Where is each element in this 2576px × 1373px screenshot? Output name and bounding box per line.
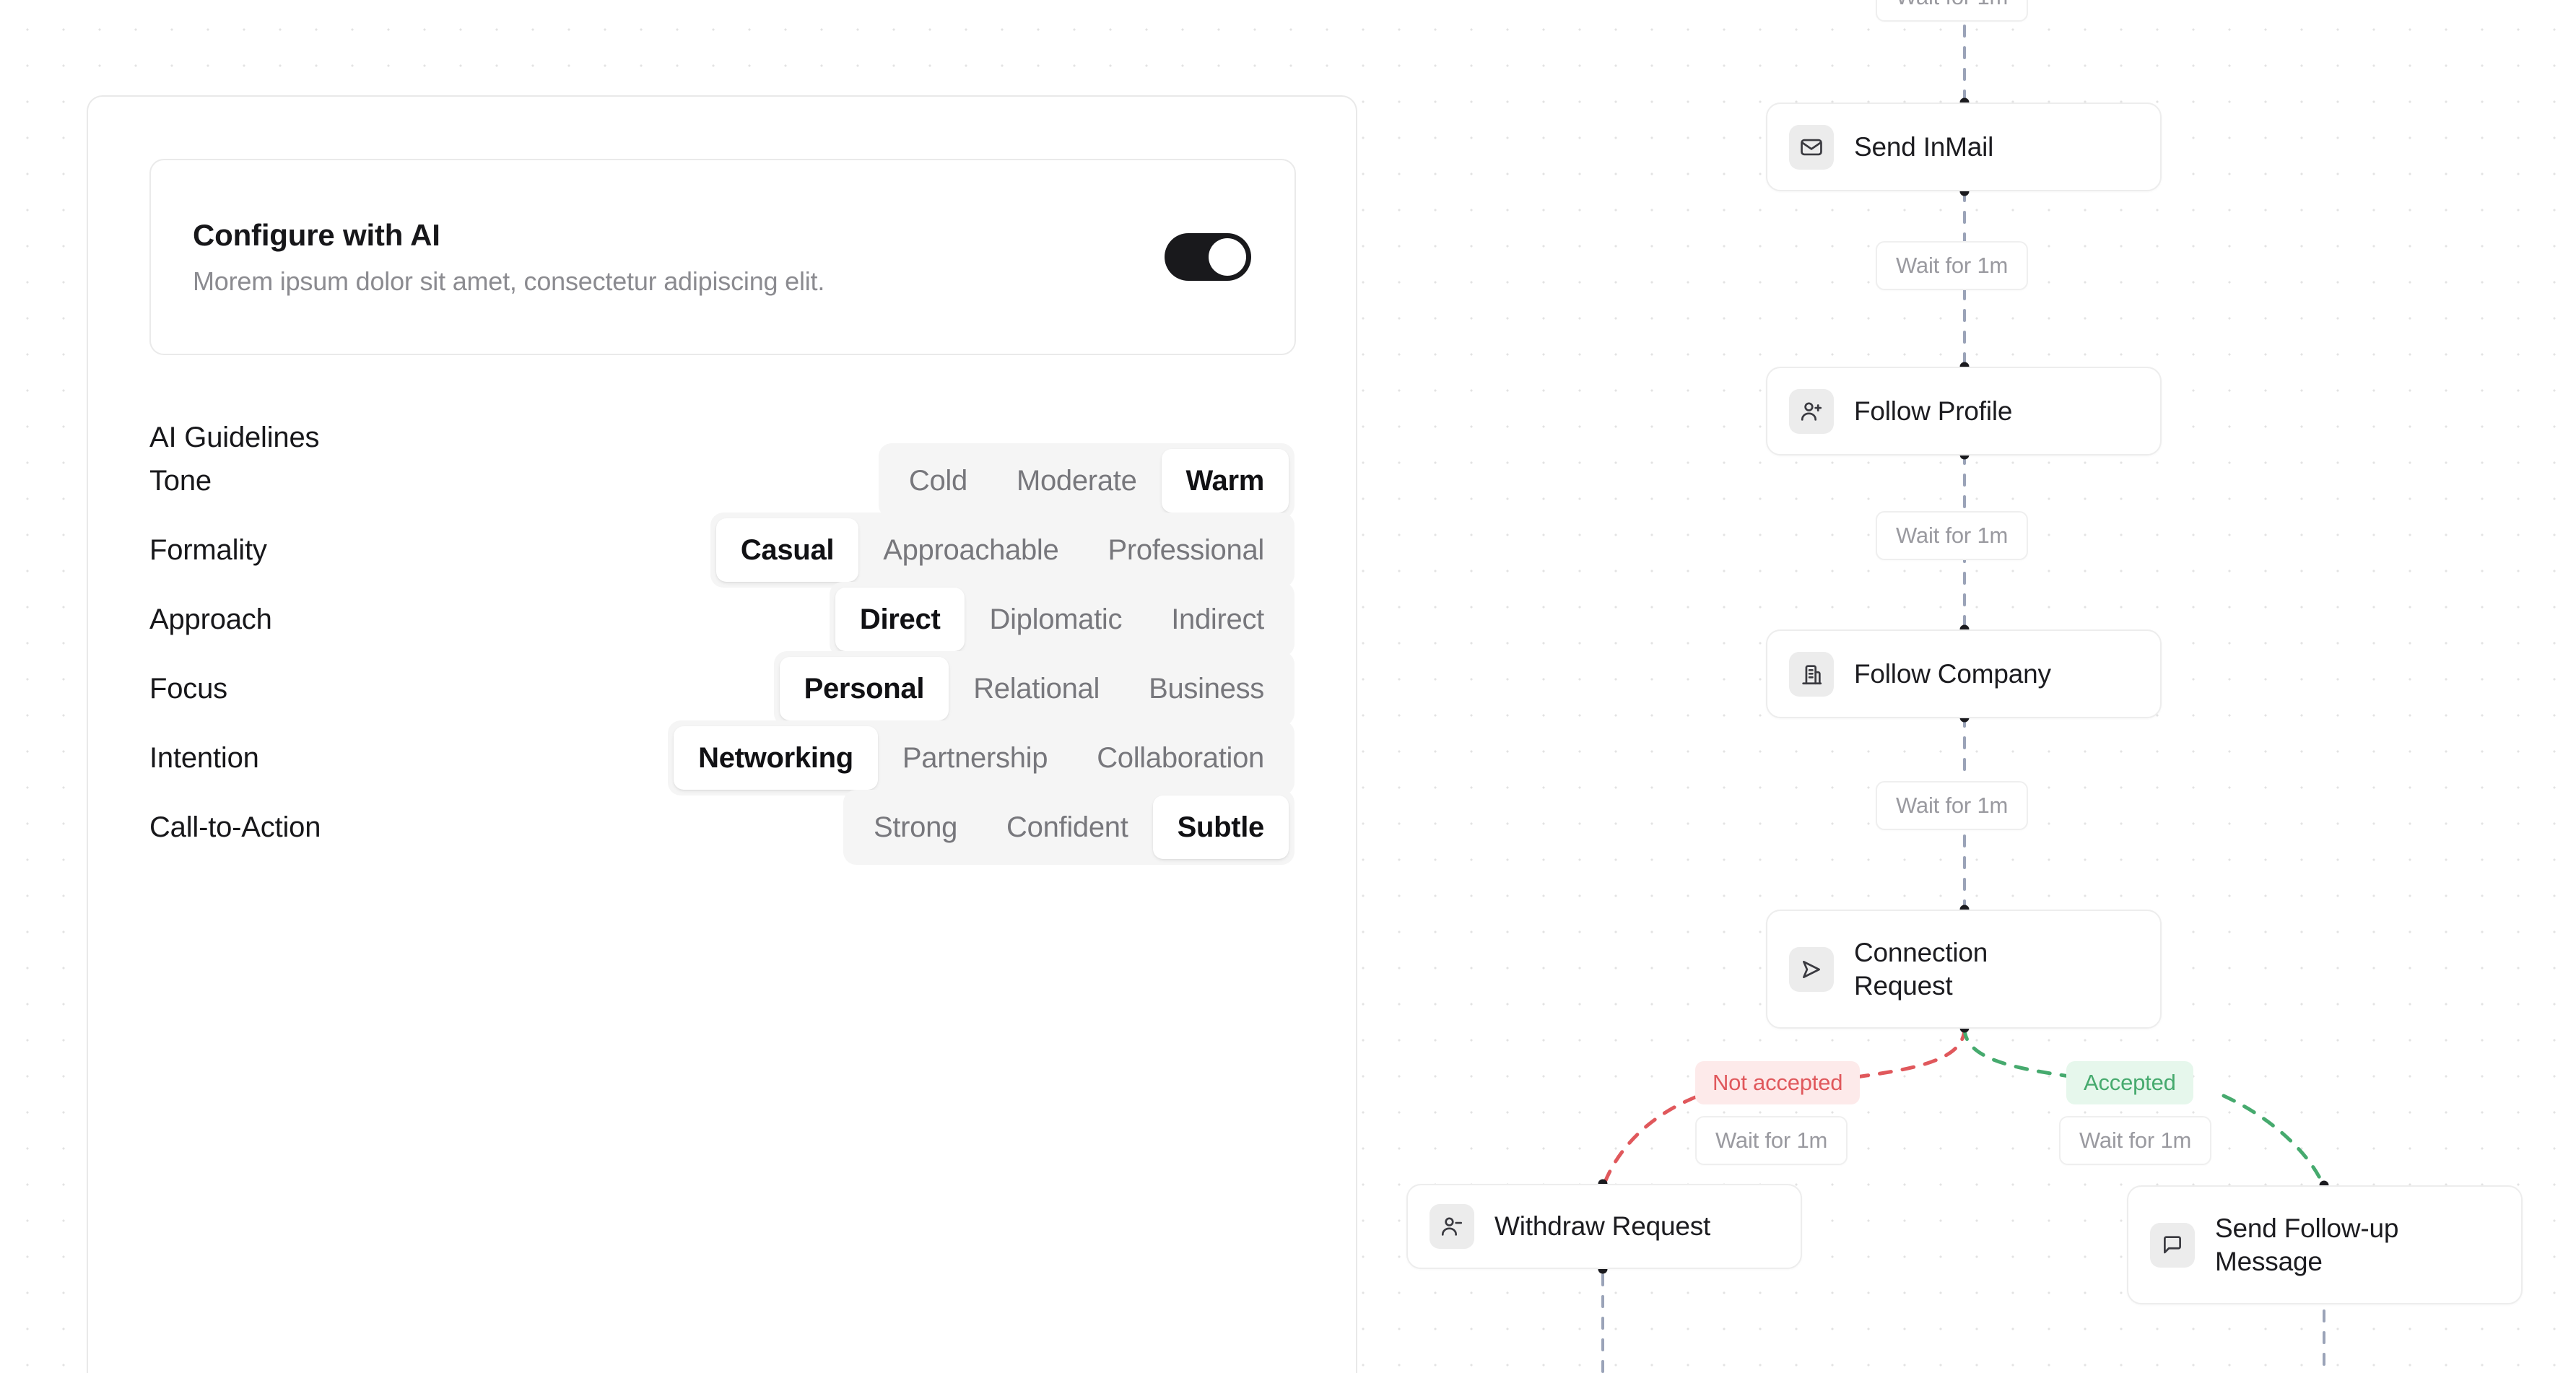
flow-node-label: Connection Request (1854, 938, 1988, 1001)
flow-node-label: Withdraw Request (1494, 1211, 1711, 1242)
person-minus-icon (1430, 1204, 1474, 1249)
flow-node-label: Send Follow-up Message (2215, 1213, 2399, 1276)
flow-connectors (1601, 3, 2325, 1373)
campaign-flow-diagram: Wait for 1m Wait for 1m Wait for 1m Wait… (0, 0, 2576, 1373)
branch-label-accepted: Accepted (2066, 1061, 2193, 1104)
flow-node-label: Follow Profile (1854, 396, 2013, 426)
flow-node-label: Send InMail (1854, 131, 1994, 162)
wait-chip[interactable]: Wait for 1m (1695, 1116, 1848, 1165)
flow-node-follow-company[interactable]: Follow Company (1766, 629, 2162, 718)
building-icon (1789, 651, 1834, 697)
branch-label-not-accepted: Not accepted (1695, 1061, 1861, 1104)
wait-chip[interactable]: Wait for 1m (1876, 241, 2029, 290)
send-arrow-icon (1789, 946, 1834, 992)
flow-node-withdraw-request[interactable]: Withdraw Request (1406, 1184, 1802, 1269)
flow-node-connection-request[interactable]: Connection Request (1766, 910, 2162, 1029)
envelope-icon (1789, 124, 1834, 170)
wait-chip[interactable]: Wait for 1m (2059, 1116, 2212, 1165)
person-plus-icon (1789, 388, 1834, 434)
flow-node-send-inmail[interactable]: Send InMail (1766, 103, 2162, 191)
flow-node-send-follow-up-message[interactable]: Send Follow-up Message (2127, 1185, 2523, 1304)
speech-bubble-icon (2150, 1222, 2195, 1268)
wait-chip[interactable]: Wait for 1m (1876, 781, 2029, 830)
wait-chip[interactable]: Wait for 1m (1876, 0, 2029, 22)
wait-chip[interactable]: Wait for 1m (1876, 511, 2029, 560)
flow-node-label: Follow Company (1854, 658, 2051, 689)
flow-node-follow-profile[interactable]: Follow Profile (1766, 367, 2162, 456)
